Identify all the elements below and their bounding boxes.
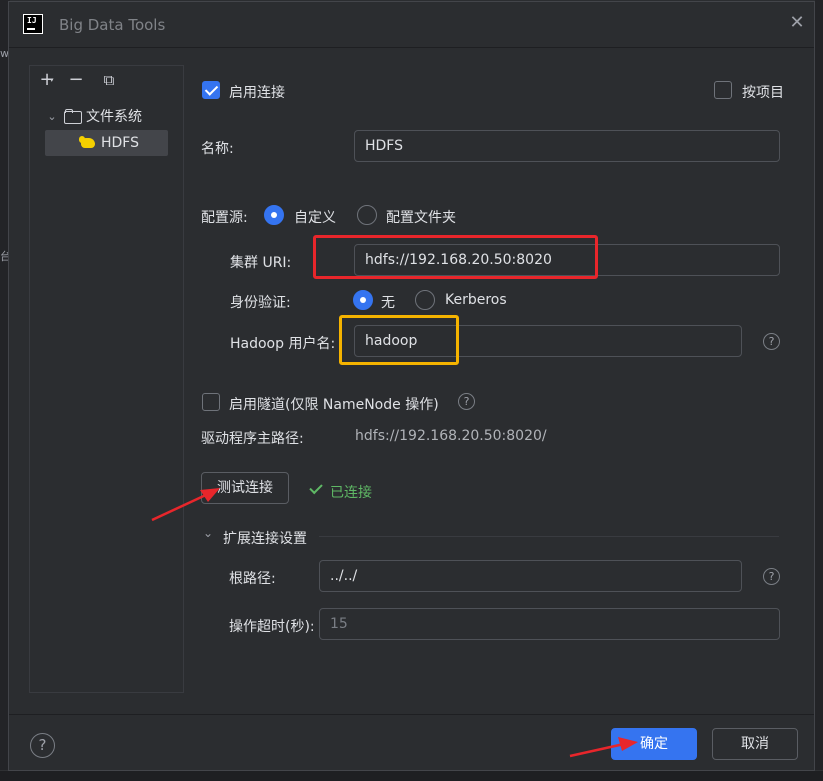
auth-none-label: 无 <box>381 295 395 311</box>
hadoop-elephant-icon <box>79 135 97 151</box>
logo-text: IJ <box>27 16 37 25</box>
hadoop-user-help-icon[interactable]: ? <box>763 333 780 350</box>
connections-tree-panel: + ▾ − ⧉ ⌄ 文件系统 HDFS <box>29 65 184 693</box>
add-dropdown-caret-icon[interactable]: ▾ <box>50 76 54 84</box>
enable-connection-checkbox[interactable] <box>202 81 220 99</box>
per-project-label: 按项目 <box>742 85 784 101</box>
enable-tunnel-label: 启用隧道(仅限 NameNode 操作) <box>229 397 439 413</box>
background-window-right <box>815 0 823 781</box>
connected-status-text: 已连接 <box>330 485 372 501</box>
config-source-label: 配置源: <box>201 210 248 226</box>
extended-settings-header[interactable]: 扩展连接设置 <box>223 528 307 548</box>
root-path-help-icon[interactable]: ? <box>763 568 780 585</box>
config-source-custom-radio[interactable] <box>264 205 284 225</box>
hadoop-user-label: Hadoop 用户名: <box>230 336 336 352</box>
tree-item-hdfs[interactable]: HDFS <box>45 130 168 156</box>
tree-item-label: HDFS <box>101 135 140 151</box>
config-source-custom-label: 自定义 <box>294 210 336 226</box>
driver-path-label: 驱动程序主路径: <box>201 431 304 447</box>
name-label: 名称: <box>201 141 234 157</box>
annotation-arrow-test <box>151 488 220 522</box>
check-icon <box>309 480 323 495</box>
auth-label: 身份验证: <box>230 295 291 311</box>
annotation-arrow-ok <box>569 737 638 758</box>
root-path-input[interactable]: ../../ <box>319 560 742 592</box>
cancel-button[interactable]: 取消 <box>712 728 798 760</box>
timeout-label: 操作超时(秒): <box>229 619 315 635</box>
auth-kerberos-label: Kerberos <box>445 292 507 308</box>
config-source-folder-radio[interactable] <box>357 205 377 225</box>
driver-path-value: hdfs://192.168.20.50:8020/ <box>355 428 547 444</box>
footer-divider <box>9 714 814 715</box>
chevron-down-icon[interactable]: ⌄ <box>203 526 213 540</box>
tree-toolbar: + ▾ − ⧉ <box>30 66 183 94</box>
per-project-checkbox[interactable] <box>714 81 732 99</box>
config-source-folder-label: 配置文件夹 <box>386 210 456 226</box>
intellij-logo-icon: IJ <box>23 14 43 34</box>
chevron-down-icon[interactable]: ⌄ <box>44 110 60 123</box>
footer-help-icon[interactable]: ? <box>30 733 55 758</box>
remove-connection-icon[interactable]: − <box>65 70 87 90</box>
auth-none-radio[interactable] <box>353 290 373 310</box>
cluster-uri-label: 集群 URI: <box>230 255 292 271</box>
window-title: Big Data Tools <box>59 16 166 34</box>
enable-tunnel-checkbox[interactable] <box>202 393 220 411</box>
copy-connection-icon[interactable]: ⧉ <box>98 70 120 90</box>
folder-icon <box>64 109 82 124</box>
yellow-highlight-box <box>339 315 459 365</box>
background-window-bottom <box>0 770 823 781</box>
root-path-label: 根路径: <box>229 571 276 587</box>
title-bar: IJ Big Data Tools ✕ <box>9 2 814 48</box>
tree-folder-file-systems[interactable]: ⌄ 文件系统 <box>44 103 142 129</box>
auth-kerberos-radio[interactable] <box>415 290 435 310</box>
big-data-tools-dialog: IJ Big Data Tools ✕ + ▾ − ⧉ ⌄ 文件系统 HDFS … <box>8 1 815 771</box>
close-icon[interactable]: ✕ <box>787 13 807 33</box>
tree-folder-label: 文件系统 <box>86 109 142 125</box>
red-highlight-box <box>313 235 598 279</box>
section-divider <box>319 536 779 537</box>
tunnel-help-icon[interactable]: ? <box>458 393 475 410</box>
enable-connection-label: 启用连接 <box>229 85 285 101</box>
add-connection-icon[interactable]: + <box>36 70 58 90</box>
timeout-input[interactable]: 15 <box>319 608 780 640</box>
name-input[interactable]: HDFS <box>354 130 780 162</box>
